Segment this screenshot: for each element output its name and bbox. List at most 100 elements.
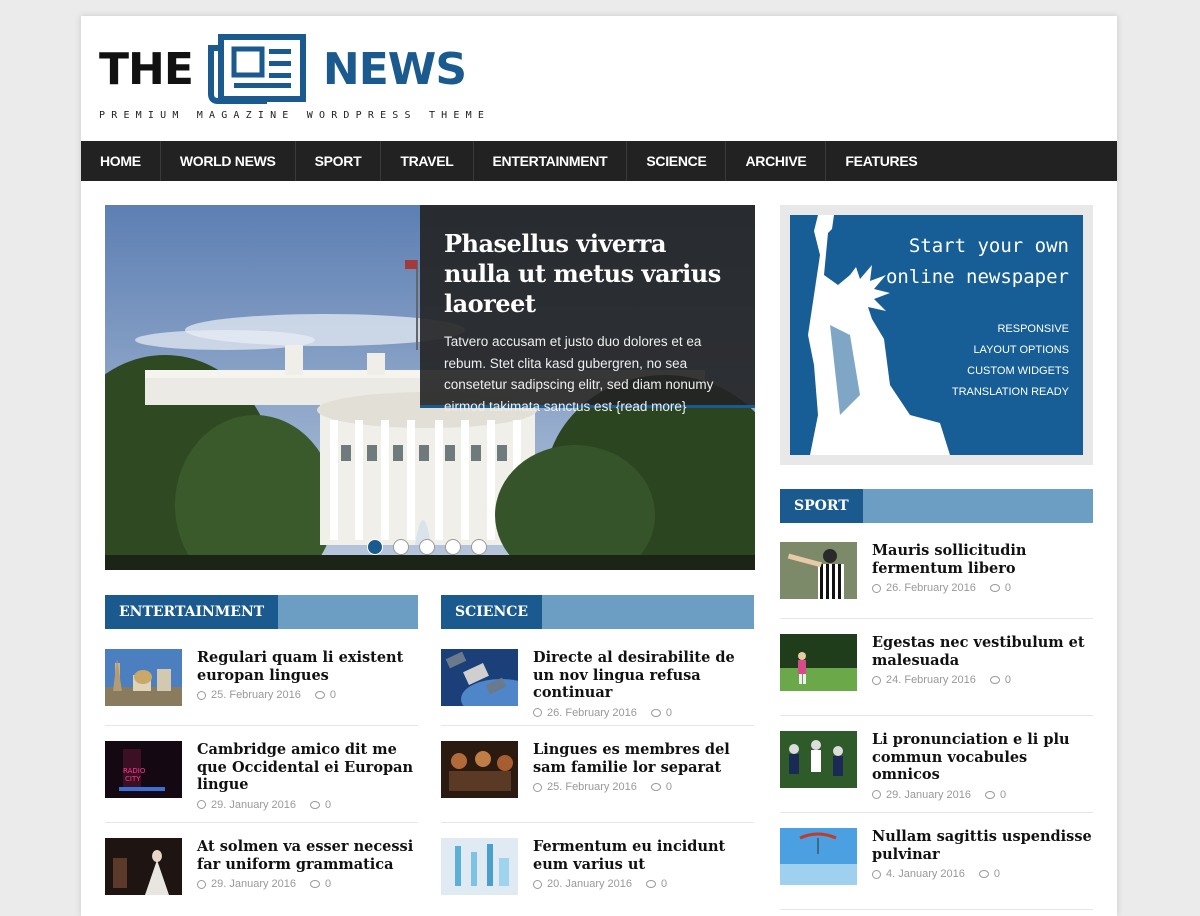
slider-dot[interactable] xyxy=(419,539,435,555)
comment-icon xyxy=(310,880,321,888)
post-meta: 26. February 2016 0 xyxy=(872,582,1093,594)
post-date: 25. February 2016 xyxy=(547,781,637,793)
clock-icon xyxy=(197,800,206,809)
list-item: Egestas nec vestibulum et malesuada 24. … xyxy=(780,619,1093,716)
slide-title[interactable]: Phasellus viverra nulla ut metus varius … xyxy=(444,229,731,319)
post-title[interactable]: Fermentum eu incidunt eum varius ut xyxy=(533,838,754,873)
list-item: Regulari quam li existent europan lingue… xyxy=(105,629,418,726)
comment-count[interactable]: 0 xyxy=(325,878,331,890)
post-meta: 29. January 2016 0 xyxy=(197,878,418,890)
list-item: At solmen va esser necessi far uniform g… xyxy=(105,823,418,916)
nav-item-world-news[interactable]: WORLD NEWS xyxy=(161,141,296,181)
slider-dot[interactable] xyxy=(393,539,409,555)
comment-count[interactable]: 0 xyxy=(666,707,672,719)
post-meta: 20. January 2016 0 xyxy=(533,878,754,890)
sport-label[interactable]: SPORT xyxy=(780,489,863,523)
post-thumbnail[interactable] xyxy=(780,542,857,599)
comment-icon xyxy=(646,880,657,888)
list-item: Mauris sollicitudin fermentum libero 26.… xyxy=(780,522,1093,619)
post-title[interactable]: Li pronunciation e li plu commun vocabul… xyxy=(872,731,1093,784)
site-tagline: PREMIUM MAGAZINE WORDPRESS THEME xyxy=(99,110,491,121)
list-item: Directe al desirabilite de un nov lingua… xyxy=(441,629,754,726)
svg-text:RADIO: RADIO xyxy=(123,767,146,775)
ad-feature: LAYOUT OPTIONS xyxy=(973,344,1069,356)
comment-count[interactable]: 0 xyxy=(994,868,1000,880)
nav-item-sport[interactable]: SPORT xyxy=(296,141,382,181)
post-date: 26. February 2016 xyxy=(547,706,637,719)
post-thumbnail[interactable] xyxy=(105,649,182,706)
post-title[interactable]: Egestas nec vestibulum et malesuada xyxy=(872,634,1093,669)
post-thumbnail[interactable] xyxy=(780,828,857,885)
science-label[interactable]: SCIENCE xyxy=(441,595,543,629)
nav-item-travel[interactable]: TRAVEL xyxy=(381,141,474,181)
comment-count[interactable]: 0 xyxy=(325,799,331,811)
clock-icon xyxy=(197,879,206,889)
comment-count[interactable]: 0 xyxy=(1005,674,1011,686)
ad-banner[interactable]: Start your own online newspaper RESPONSI… xyxy=(780,205,1093,465)
post-thumbnail[interactable] xyxy=(780,731,857,788)
clock-icon xyxy=(197,690,206,700)
comment-icon xyxy=(314,691,325,699)
post-thumbnail[interactable] xyxy=(441,649,518,706)
entertainment-label[interactable]: ENTERTAINMENT xyxy=(105,595,279,629)
post-title[interactable]: Mauris sollicitudin fermentum libero xyxy=(872,542,1093,577)
slide-caption[interactable]: Phasellus viverra nulla ut metus varius … xyxy=(420,205,755,414)
post-title[interactable]: At solmen va esser necessi far uniform g… xyxy=(197,838,418,873)
post-thumbnail[interactable] xyxy=(441,838,518,895)
nav-item-archive[interactable]: ARCHIVE xyxy=(726,141,827,181)
comment-icon xyxy=(985,790,996,799)
post-title[interactable]: Lingues es membres del sam familie lor s… xyxy=(533,741,754,776)
comment-count[interactable]: 0 xyxy=(661,878,667,890)
comment-icon xyxy=(978,870,989,878)
post-title[interactable]: Regulari quam li existent europan lingue… xyxy=(197,649,418,684)
post-thumbnail[interactable] xyxy=(441,741,518,798)
svg-text:CITY: CITY xyxy=(125,775,141,783)
post-meta: 25. February 2016 0 xyxy=(197,689,418,701)
site-logo[interactable]: THE NEWS PREMIUM MAGAZINE WORDPRESS THEM… xyxy=(99,34,490,126)
comment-count[interactable]: 0 xyxy=(1000,789,1006,801)
sport-post-list: Mauris sollicitudin fermentum libero 26.… xyxy=(780,522,1093,910)
slider-dot[interactable] xyxy=(445,539,461,555)
post-date: 20. January 2016 xyxy=(547,878,633,890)
post-thumbnail[interactable] xyxy=(780,634,857,691)
nav-item-features[interactable]: FEATURES xyxy=(826,141,936,181)
ad-feature: TRANSLATION READY xyxy=(951,386,1069,398)
featured-slider[interactable]: Phasellus viverra nulla ut metus varius … xyxy=(105,205,755,570)
list-item: Nullam sagittis uspendisse pulvinar 4. J… xyxy=(780,813,1093,910)
page: THE NEWS PREMIUM MAGAZINE WORDPRESS THEM… xyxy=(81,16,1117,916)
post-meta: 29. January 2016 0 xyxy=(197,799,418,811)
clock-icon xyxy=(872,869,881,879)
list-item: RADIO CITY Cambridge amico dit me que Occ… xyxy=(105,726,418,823)
comment-icon xyxy=(989,676,1000,684)
clock-icon xyxy=(533,782,542,792)
entertainment-widget-header: ENTERTAINMENT xyxy=(105,595,418,629)
post-thumbnail[interactable] xyxy=(105,838,182,895)
comment-icon xyxy=(650,708,661,717)
post-date: 29. January 2016 xyxy=(211,878,297,890)
post-title[interactable]: Directe al desirabilite de un nov lingua… xyxy=(533,649,754,702)
ad-line-1: Start your own xyxy=(908,235,1069,257)
comment-count[interactable]: 0 xyxy=(666,781,672,793)
post-date: 24. February 2016 xyxy=(886,674,976,686)
nav-item-entertainment[interactable]: ENTERTAINMENT xyxy=(474,141,628,181)
list-item: Li pronunciation e li plu commun vocabul… xyxy=(780,716,1093,813)
clock-icon xyxy=(872,675,881,685)
main-nav: HOME WORLD NEWS SPORT TRAVEL ENTERTAINME… xyxy=(81,141,1117,181)
nav-item-science[interactable]: SCIENCE xyxy=(627,141,727,181)
post-date: 26. February 2016 xyxy=(886,582,976,594)
nav-item-home[interactable]: HOME xyxy=(81,141,161,181)
slider-dot[interactable] xyxy=(367,539,383,555)
comment-count[interactable]: 0 xyxy=(1005,582,1011,594)
post-thumbnail[interactable]: RADIO CITY xyxy=(105,741,182,798)
comment-count[interactable]: 0 xyxy=(330,689,336,701)
slider-dot[interactable] xyxy=(471,539,487,555)
post-title[interactable]: Nullam sagittis uspendisse pulvinar xyxy=(872,828,1093,863)
ad-feature: RESPONSIVE xyxy=(997,323,1069,335)
clock-icon xyxy=(533,879,542,889)
post-meta: 26. February 2016 0 xyxy=(533,707,754,719)
post-title[interactable]: Cambridge amico dit me que Occidental ei… xyxy=(197,741,418,794)
post-meta: 24. February 2016 0 xyxy=(872,674,1093,686)
logo-the: THE xyxy=(99,43,194,95)
list-item: Fermentum eu incidunt eum varius ut 20. … xyxy=(441,823,754,916)
slide-excerpt: Tatvero accusam et justo duo dolores et … xyxy=(444,334,714,414)
